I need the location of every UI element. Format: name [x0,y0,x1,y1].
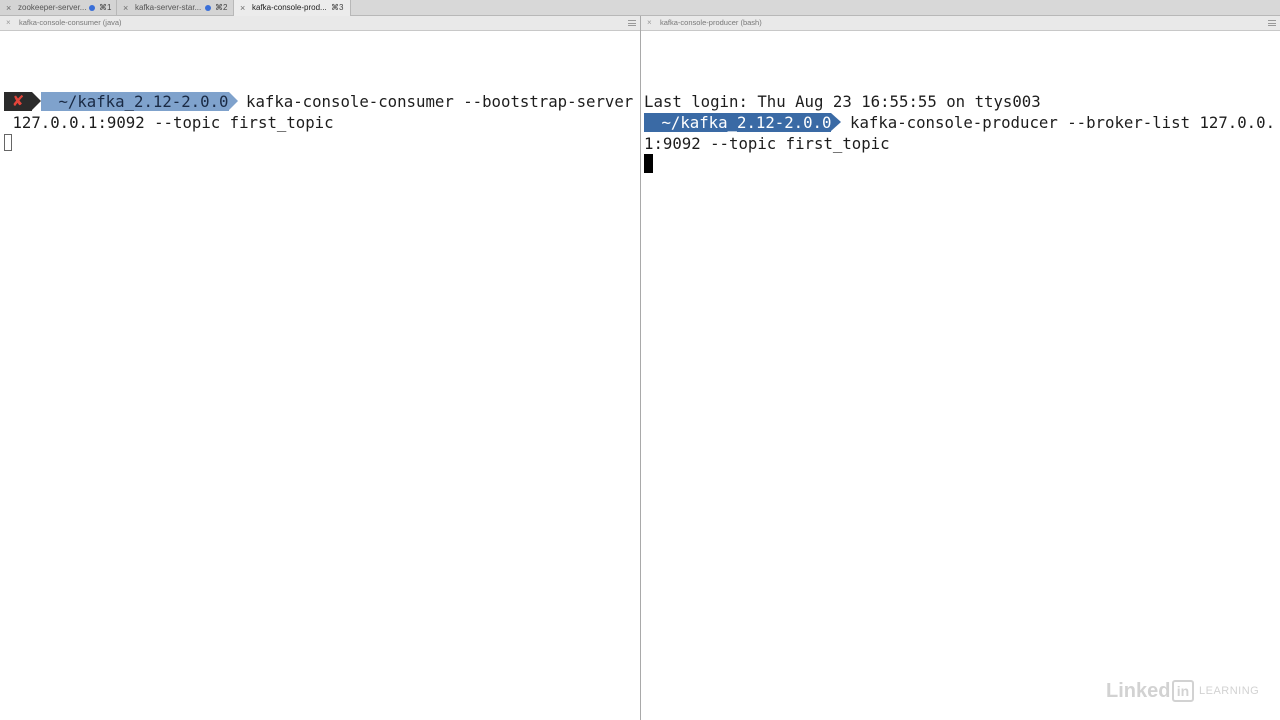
producer-command-line: kafka-console-producer --broker-list 127… [850,113,1276,132]
tab-bar: × zookeeper-server... ⌘1 × kafka-server-… [0,0,1280,16]
terminal-cursor [4,134,12,151]
error-status-icon: ✘ [4,92,32,111]
close-tab-icon[interactable]: × [240,0,245,16]
logo-linked: Linked [1106,680,1171,702]
tab-kafka-server[interactable]: × kafka-server-star... ⌘2 [117,0,234,16]
tab-shortcut: ⌘1 [99,3,112,12]
prompt-separator-icon [229,92,238,110]
consumer-command-line: kafka-console-consumer --bootstrap-serve… [246,92,634,111]
logo-in-icon: in [1172,680,1194,702]
pane-divider[interactable] [640,16,641,720]
prompt-separator-icon [831,113,841,131]
logo-learning: LEARNING [1199,685,1260,697]
left-pane-header: × kafka-console-consumer (java) [0,16,640,31]
tab-label: kafka-server-star... [135,3,202,12]
last-login-line: Last login: Thu Aug 23 16:55:55 on ttys0… [644,92,1041,111]
hamburger-icon[interactable] [1268,20,1276,26]
tab-label: kafka-console-prod... [252,3,327,12]
prompt-separator-icon [32,92,41,110]
tab-shortcut: ⌘2 [215,3,228,12]
prompt-directory: ~/kafka_2.12-2.0.0 [644,113,831,132]
close-pane-icon[interactable]: × [6,16,11,30]
tab-zookeeper[interactable]: × zookeeper-server... ⌘1 [0,0,117,16]
tab-shortcut: ⌘3 [331,3,344,12]
close-tab-icon[interactable]: × [123,0,128,16]
close-pane-icon[interactable]: × [647,16,652,30]
left-pane-title: kafka-console-consumer (java) [19,18,122,27]
tab-bar-empty-area[interactable] [351,0,1280,15]
terminal-cursor [644,154,653,173]
hamburger-icon[interactable] [628,20,636,26]
prompt-directory: ~/kafka_2.12-2.0.0 [41,92,229,111]
right-pane-title: kafka-console-producer (bash) [660,18,762,27]
right-pane-header: × kafka-console-producer (bash) [641,16,1280,31]
tab-kafka-console-producer[interactable]: × kafka-console-prod... ⌘3 [234,0,351,16]
activity-dot-icon [89,5,95,11]
consumer-command-continuation: 127.0.0.1:9092 --topic first_topic [3,113,334,132]
producer-command-continuation: 1:9092 --topic first_topic [644,134,890,153]
close-tab-icon[interactable]: × [6,0,11,16]
tab-label: zookeeper-server... [18,3,87,12]
activity-dot-icon [205,5,211,11]
